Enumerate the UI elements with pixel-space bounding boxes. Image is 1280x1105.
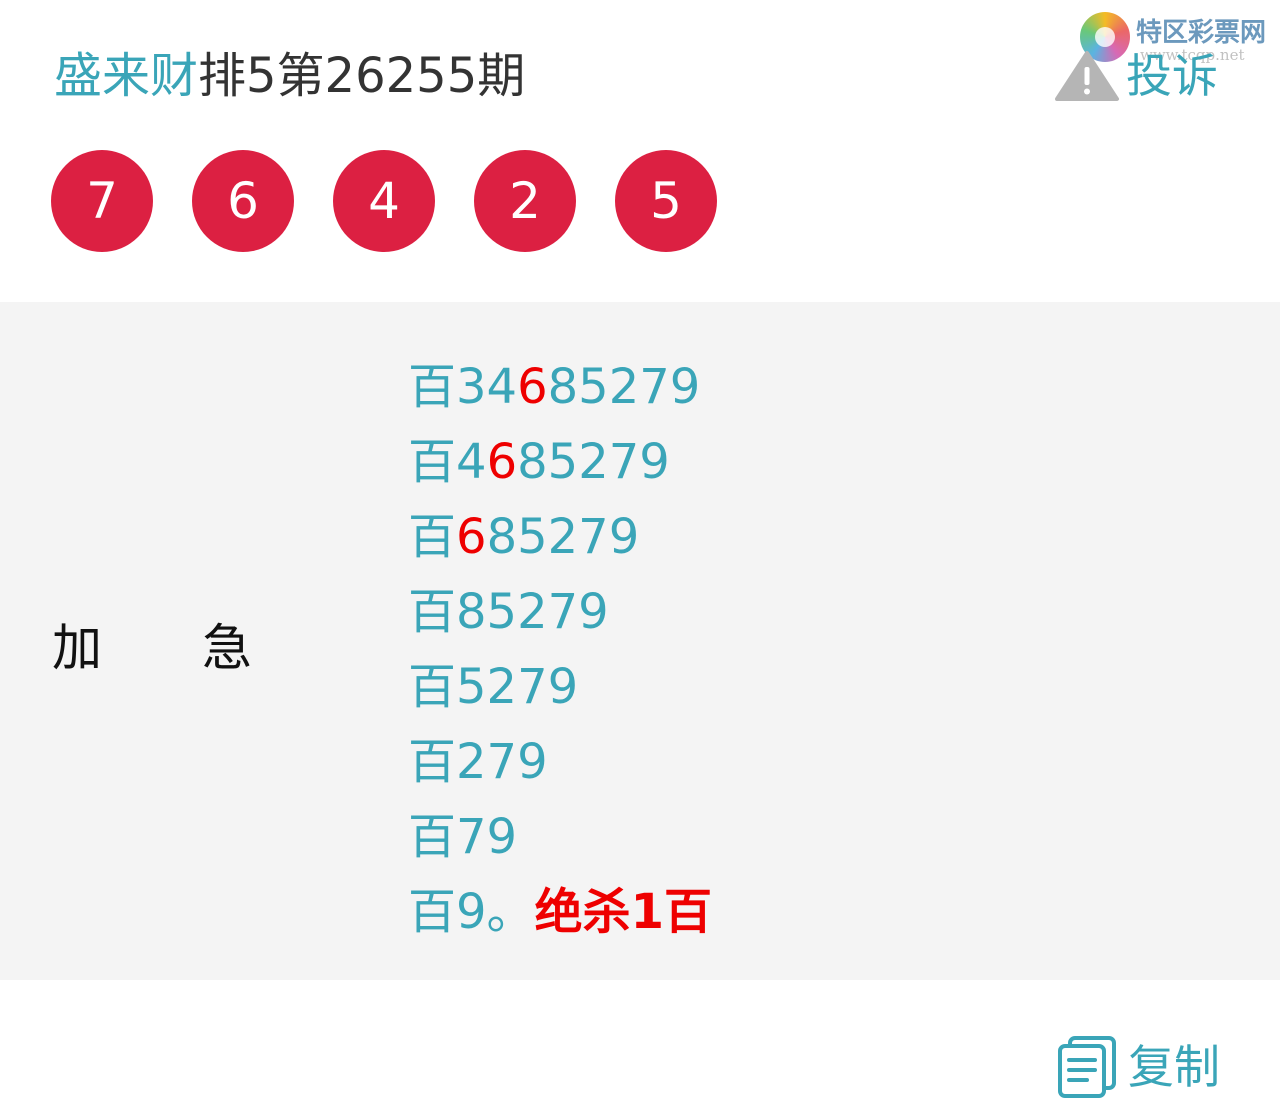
line-prefix: 百 — [408, 359, 457, 415]
complain-label: 投诉 — [1126, 49, 1218, 103]
line-digits: 5279 — [456, 659, 579, 715]
line-highlight: 6 — [517, 359, 548, 415]
number-ball: 5 — [615, 150, 717, 252]
line-digits: 9。 — [456, 884, 535, 940]
copy-button[interactable]: 复制 — [1056, 1034, 1220, 1100]
prediction-line: 百9。绝杀1百 — [408, 875, 712, 950]
line-digits: 85279 — [486, 509, 640, 565]
copy-icon — [1058, 1036, 1116, 1098]
line-digits: 79 — [456, 809, 518, 865]
line-prefix: 百 — [408, 809, 457, 865]
prediction-line: 百279 — [408, 725, 712, 800]
prediction-line: 百85279 — [408, 575, 712, 650]
prediction-lines: 百34685279 百4685279 百685279 百85279 百5279 … — [408, 350, 712, 950]
prediction-line: 百34685279 — [408, 350, 712, 425]
line-digits: 85279 — [547, 359, 701, 415]
line-digits: 34 — [456, 359, 518, 415]
line-highlight: 6 — [486, 434, 518, 490]
header: 盛来财排5第26255期 特区彩票网 www.tcqp.net 投诉 7 6 4… — [0, 0, 1280, 300]
prediction-line: 百685279 — [408, 500, 712, 575]
line-digits: 279 — [456, 734, 548, 790]
line-prefix: 百 — [408, 584, 457, 640]
prediction-line: 百5279 — [408, 650, 712, 725]
warning-icon — [1055, 51, 1119, 101]
line-prefix: 百 — [408, 659, 457, 715]
line-highlight: 6 — [456, 509, 487, 565]
line-prefix: 百 — [408, 734, 457, 790]
number-ball: 6 — [192, 150, 294, 252]
section-label: 加急 — [52, 618, 252, 678]
number-ball: 2 — [474, 150, 576, 252]
number-ball: 7 — [51, 150, 153, 252]
copy-label: 复制 — [1128, 1040, 1220, 1094]
section-label-char: 急 — [202, 619, 252, 677]
author-name[interactable]: 盛来财 — [54, 48, 198, 104]
line-prefix: 百 — [408, 509, 457, 565]
issue-title: 排5第26255期 — [198, 48, 526, 104]
line-prefix: 百 — [408, 434, 457, 490]
prediction-line: 百79 — [408, 800, 712, 875]
draw-numbers: 7 6 4 2 5 — [51, 150, 756, 252]
complain-button[interactable]: 投诉 — [1054, 48, 1218, 104]
line-digits: 4 — [456, 434, 487, 490]
section-label-char: 加 — [52, 619, 102, 677]
number-ball: 4 — [333, 150, 435, 252]
kill-note: 绝杀1百 — [534, 884, 712, 940]
page-title: 盛来财排5第26255期 — [54, 44, 525, 108]
line-digits: 85279 — [517, 434, 670, 490]
prediction-panel: 加急 百34685279 百4685279 百685279 百85279 百52… — [0, 302, 1280, 980]
logo-brand: 特区彩票网 — [1136, 18, 1267, 48]
prediction-line: 百4685279 — [408, 425, 712, 500]
line-prefix: 百 — [408, 884, 457, 940]
line-digits: 85279 — [456, 584, 609, 640]
